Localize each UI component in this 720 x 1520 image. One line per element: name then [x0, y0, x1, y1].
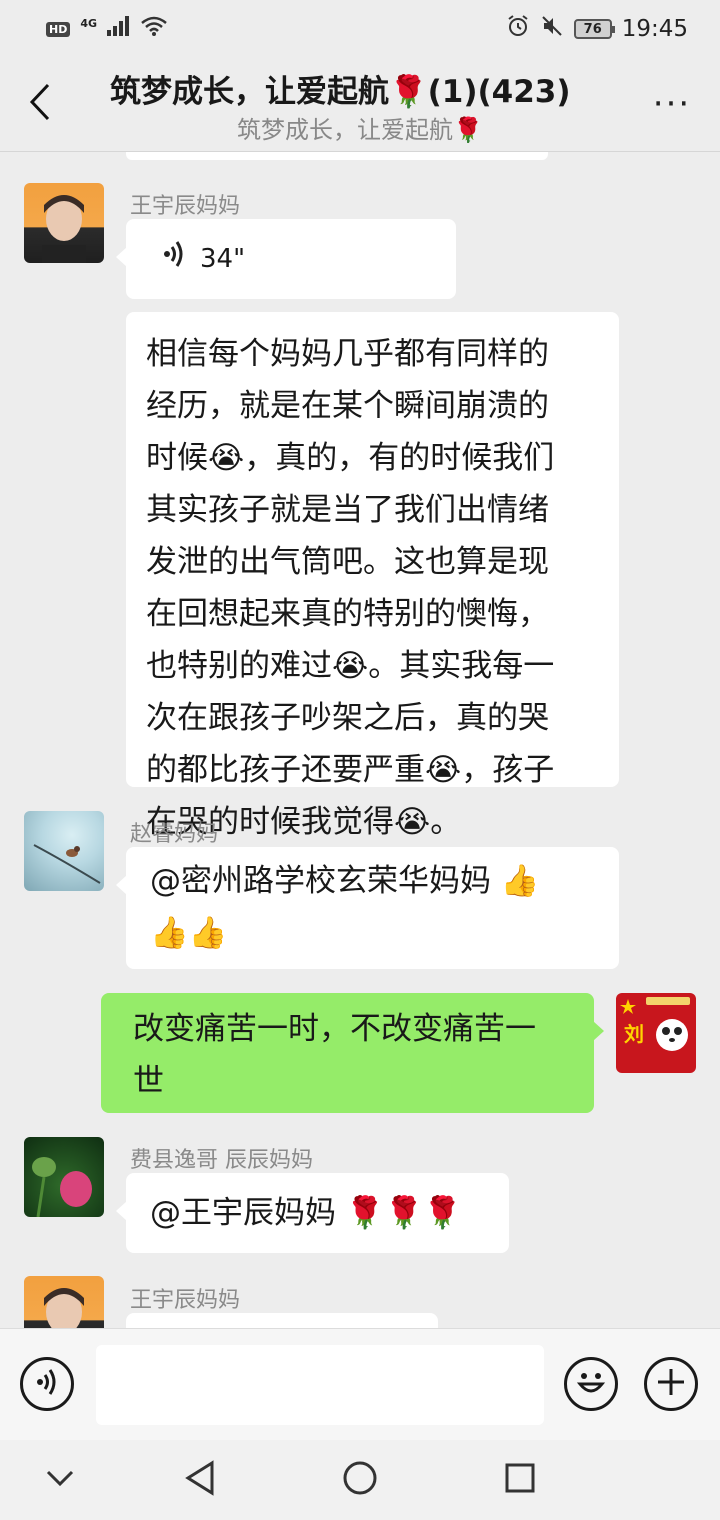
avatar[interactable]	[24, 183, 104, 263]
status-bar: HD 4G 76 19:45	[0, 0, 720, 58]
text-message-bubble[interactable]: 相信每个妈妈几乎都有同样的 经历，就是在某个瞬间崩溃的 时候😭，真的，有的时候我…	[126, 312, 619, 840]
chat-subtitle: 筑梦成长，让爱起航🌹	[237, 116, 483, 144]
circle-home-icon	[342, 1460, 378, 1500]
avatar[interactable]	[24, 1137, 104, 1217]
voice-duration: 34"	[200, 244, 246, 274]
signal-icon	[107, 16, 131, 42]
voice-wave-icon	[162, 233, 188, 285]
plus-icon	[655, 1366, 687, 1402]
square-recent-icon	[504, 1462, 536, 1498]
text-message-bubble[interactable]: @密州路学校玄荣华妈妈 👍 👍👍	[116, 847, 619, 969]
message-line: 也特别的难过😭。其实我每一	[146, 648, 555, 684]
nav-recent-button[interactable]	[500, 1460, 540, 1500]
avatar[interactable]	[24, 811, 104, 891]
message-line: 相信每个妈妈几乎都有同样的	[146, 336, 549, 372]
message-line: 发泄的出气筒吧。这也算是现	[146, 544, 549, 580]
message-line: @密州路学校玄荣华妈妈 👍	[150, 863, 540, 899]
message-line: 👍👍	[150, 915, 228, 951]
sender-name: 费县逸哥 辰辰妈妈	[130, 1148, 313, 1173]
message-line: 改变痛苦一时，不改变痛苦一	[133, 1011, 536, 1047]
wifi-icon	[141, 16, 167, 42]
add-button[interactable]	[644, 1357, 698, 1411]
partial-message-bubble[interactable]	[126, 152, 548, 160]
message-line: 世	[133, 1063, 164, 1099]
nav-home-button[interactable]	[340, 1460, 380, 1500]
chat-area[interactable]: 王宇辰妈妈 34" 相信每个妈妈几乎都有同样的 经历，就是在某个瞬间崩溃的 时候…	[0, 152, 720, 1328]
battery-icon: 76	[573, 19, 615, 39]
more-button[interactable]: ···	[650, 84, 694, 124]
mute-icon	[540, 14, 564, 44]
clock: 19:45	[621, 16, 688, 42]
emoji-button[interactable]	[564, 1357, 618, 1411]
status-right: 76 19:45	[506, 14, 688, 44]
sender-name: 赵睿妈妈	[130, 822, 219, 847]
message-input[interactable]	[96, 1345, 544, 1425]
voice-input-icon	[34, 1368, 60, 1400]
my-message-bubble[interactable]: 改变痛苦一时，不改变痛苦一 世	[101, 993, 604, 1113]
voice-message: 34"	[162, 233, 420, 285]
emoji-icon	[571, 1362, 611, 1406]
my-avatar[interactable]: 刘	[616, 993, 696, 1073]
voice-input-button[interactable]	[20, 1357, 74, 1411]
hd-badge: HD	[46, 21, 71, 37]
nav-hide-button[interactable]	[40, 1460, 80, 1500]
partial-message-bubble[interactable]	[126, 1313, 438, 1328]
input-bar	[0, 1328, 720, 1440]
alarm-icon	[506, 14, 530, 44]
text-message-bubble[interactable]: @王宇辰妈妈 🌹🌹🌹	[116, 1173, 509, 1253]
chevron-down-icon	[46, 1469, 74, 1491]
chat-header: 筑梦成长，让爱起航🌹(1)(423) 筑梦成长，让爱起航🌹 ···	[0, 58, 720, 152]
svg-text:刘: 刘	[624, 1022, 644, 1046]
network-type: 4G	[80, 16, 98, 30]
nav-back-button[interactable]	[180, 1460, 220, 1500]
triangle-back-icon	[184, 1460, 216, 1500]
message-line: 在回想起来真的特别的懊悔，	[146, 596, 549, 632]
message-line: @王宇辰妈妈 🌹🌹🌹	[150, 1195, 462, 1231]
sender-name: 王宇辰妈妈	[130, 194, 241, 219]
avatar[interactable]	[24, 1276, 104, 1328]
system-navigation-bar	[0, 1440, 720, 1520]
message-line: 时候😭，真的，有的时候我们	[146, 440, 555, 476]
sender-name: 王宇辰妈妈	[130, 1288, 241, 1313]
voice-message-bubble[interactable]: 34"	[116, 219, 456, 299]
status-left: HD 4G	[46, 16, 167, 42]
message-line: 经历，就是在某个瞬间崩溃的	[146, 388, 549, 424]
message-line: 其实孩子就是当了我们出情绪	[146, 492, 549, 528]
message-line: 次在跟孩子吵架之后，真的哭	[146, 700, 549, 736]
chat-title: 筑梦成长，让爱起航🌹(1)(423)	[110, 74, 571, 110]
message-line: 的都比孩子还要严重😭，孩子	[146, 752, 555, 788]
